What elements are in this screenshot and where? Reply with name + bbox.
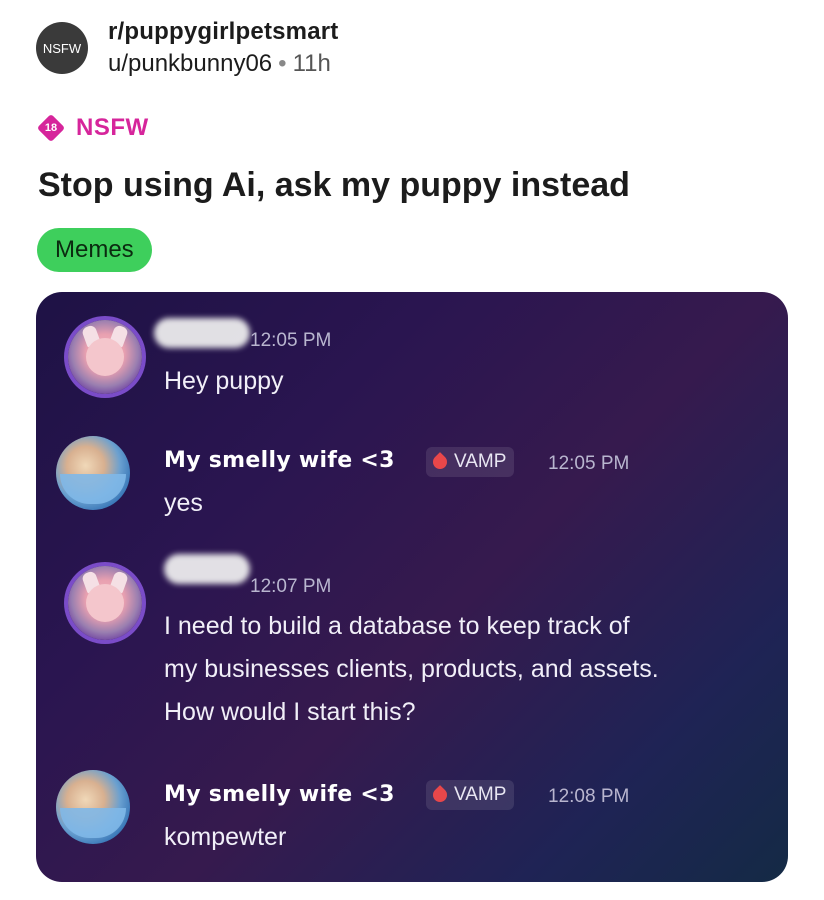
message-text-line: my businesses clients, products, and ass… bbox=[164, 655, 659, 683]
author-link[interactable]: u/punkbunny06 bbox=[108, 50, 272, 77]
post-title[interactable]: Stop using Ai, ask my puppy instead bbox=[38, 166, 630, 205]
blurred-username bbox=[164, 554, 250, 584]
user-avatar-icon bbox=[68, 566, 142, 640]
message-username[interactable]: My smelly wife <3 bbox=[164, 782, 395, 807]
user-avatar-icon bbox=[68, 320, 142, 394]
puppy-avatar-icon bbox=[56, 770, 130, 844]
subreddit-name-link[interactable]: r/puppygirlpetsmart bbox=[108, 18, 339, 46]
message-username[interactable]: My smelly wife <3 bbox=[164, 448, 395, 473]
message-time: 12:08 PM bbox=[548, 786, 630, 807]
role-badge[interactable]: VAMP bbox=[426, 447, 515, 477]
message-text-line: I need to build a database to keep track… bbox=[164, 612, 630, 640]
message-text: yes bbox=[164, 489, 203, 517]
blood-drop-icon bbox=[432, 786, 448, 804]
nsfw-18-icon: 18 bbox=[38, 115, 64, 141]
post-image[interactable]: 12:05 PM Hey puppy My smelly wife <3 VAM… bbox=[36, 292, 788, 882]
message-text: kompewter bbox=[164, 823, 287, 851]
role-label: VAMP bbox=[454, 784, 507, 805]
message-time: 12:05 PM bbox=[548, 453, 630, 474]
nsfw-label: NSFW bbox=[76, 114, 149, 141]
post-age: 11h bbox=[292, 50, 331, 77]
author-line: u/punkbunny06 • 11h bbox=[108, 50, 339, 78]
blood-drop-icon bbox=[432, 453, 448, 471]
nsfw-tag: 18 NSFW bbox=[38, 114, 149, 142]
post-meta: r/puppygirlpetsmart u/punkbunny06 • 11h bbox=[108, 18, 339, 78]
role-label: VAMP bbox=[454, 451, 507, 472]
message-text-line: How would I start this? bbox=[164, 698, 416, 726]
role-badge[interactable]: VAMP bbox=[426, 780, 515, 810]
post-header: NSFW r/puppygirlpetsmart u/punkbunny06 • 1… bbox=[36, 18, 339, 78]
message-text: Hey puppy bbox=[164, 367, 284, 395]
message-time: 12:07 PM bbox=[250, 576, 332, 597]
message-time: 12:05 PM bbox=[250, 330, 332, 351]
blurred-username bbox=[154, 318, 250, 348]
subreddit-avatar-icon[interactable]: NSFW bbox=[36, 22, 88, 74]
separator: • bbox=[278, 50, 287, 77]
post-flair[interactable]: Memes bbox=[37, 228, 152, 272]
puppy-avatar-icon bbox=[56, 436, 130, 510]
